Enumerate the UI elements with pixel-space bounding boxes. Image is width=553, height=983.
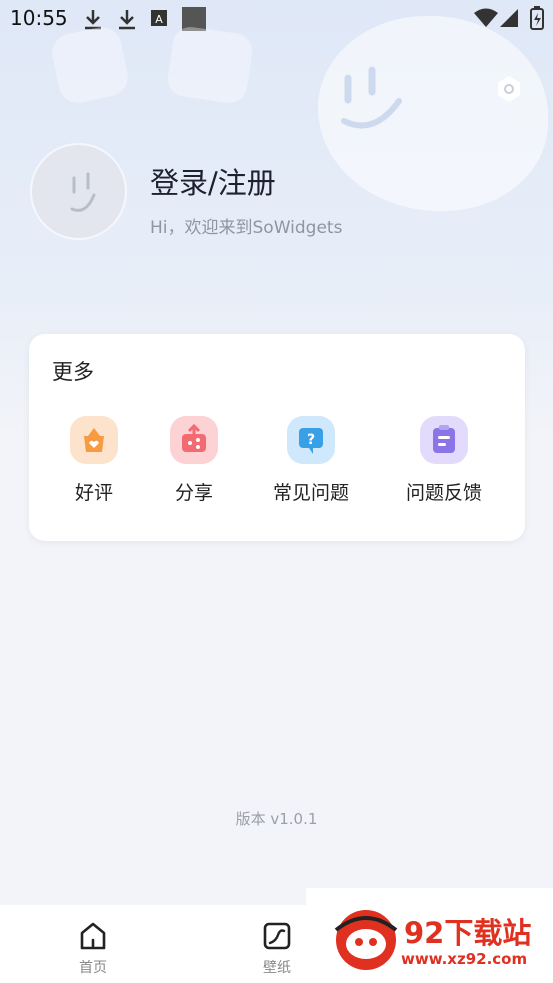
version-text: 版本 v1.0.1	[235, 810, 318, 828]
svg-text:?: ?	[307, 432, 315, 448]
watermark-text: 92下载站	[404, 916, 532, 950]
wallpaper-icon	[263, 922, 291, 950]
watermark-logo	[334, 910, 398, 970]
watermark: 92下载站 www.xz92.com	[306, 888, 553, 983]
ghost-decoration	[318, 16, 548, 211]
item-label: 分享	[174, 482, 213, 504]
item-label: 问题反馈	[405, 482, 482, 504]
item-share[interactable]: 分享	[169, 416, 219, 505]
item-label: 好评	[74, 482, 113, 504]
download-icon	[119, 10, 135, 30]
tab-label: 壁纸	[263, 960, 291, 976]
home-icon	[80, 922, 106, 950]
login-register-link[interactable]: 登录/注册	[150, 160, 276, 202]
heart-bag-icon	[70, 416, 118, 464]
svg-text:A: A	[155, 13, 163, 26]
question-bubble-icon: ?	[287, 416, 335, 464]
share-icon	[170, 416, 218, 464]
item-label: 常见问题	[272, 482, 349, 504]
settings-icon[interactable]	[494, 74, 524, 104]
item-feedback[interactable]: 问题反馈	[404, 416, 484, 505]
feedback-clipboard-icon	[420, 416, 468, 464]
avatar[interactable]	[30, 143, 127, 240]
watermark-url: www.xz92.com	[401, 950, 528, 968]
card-decoration	[165, 24, 255, 106]
tab-label: 首页	[79, 960, 107, 976]
tab-home[interactable]: 首页	[53, 921, 133, 977]
more-card: 更多 好评 分享 ? 常见问题 问题反馈	[29, 334, 525, 541]
font-icon: A	[151, 10, 167, 26]
status-time: 10:55	[10, 6, 68, 30]
tab-wallpaper[interactable]: 壁纸	[237, 921, 317, 977]
item-faq[interactable]: ? 常见问题	[271, 416, 351, 505]
item-rating[interactable]: 好评	[69, 416, 119, 505]
more-title: 更多	[52, 360, 94, 384]
greeting-text: Hi，欢迎来到SoWidgets	[150, 218, 343, 238]
